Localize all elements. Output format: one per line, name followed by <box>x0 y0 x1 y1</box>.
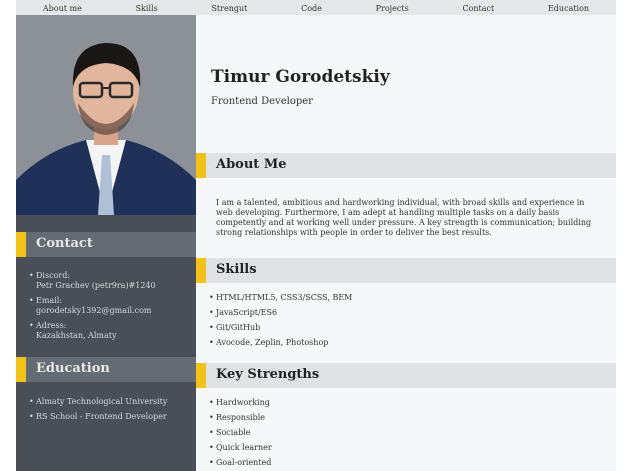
contact-value[interactable]: gorodetsky1392@gmail.com <box>36 306 156 316</box>
education-list: Almaty Technological University RS Schoo… <box>29 397 167 427</box>
education-item: RS School - Frontend Developer <box>29 412 167 422</box>
strength-item: Sociable <box>209 428 272 438</box>
nav-link-code[interactable]: Code <box>301 5 322 13</box>
nav-link-strengths[interactable]: Strengut <box>211 5 247 13</box>
strength-item: Responsible <box>209 413 272 423</box>
education-item: Almaty Technological University <box>29 397 167 407</box>
contact-item-discord: Discord: Petr Grachev (petr9ra)#1240 <box>29 271 156 291</box>
contact-label: Adress: <box>36 321 67 330</box>
nav-link-projects[interactable]: Projects <box>376 5 409 13</box>
nav-link-contact[interactable]: Contact <box>462 5 494 13</box>
skills-title: Skills <box>216 262 257 277</box>
nav-link-education[interactable]: Education <box>548 5 589 13</box>
strengths-list: Hardworking Responsible Sociable Quick l… <box>209 398 272 471</box>
contact-header: Contact <box>16 232 196 257</box>
main-content: Timur Gorodetskiy Frontend Developer Abo… <box>196 15 616 471</box>
profile-photo-illustration <box>16 15 196 215</box>
contact-label: Email: <box>36 296 63 305</box>
accent-bar <box>16 232 26 257</box>
top-nav: About me Skills Strengut Code Projects C… <box>16 0 616 15</box>
strength-item: Quick learner <box>209 443 272 453</box>
strength-item: Hardworking <box>209 398 272 408</box>
skills-header: Skills <box>196 258 616 283</box>
contact-item-email: Email: gorodetsky1392@gmail.com <box>29 296 156 316</box>
skill-item: HTML/HTML5, CSS3/SCSS, BEM <box>209 293 352 303</box>
skill-item: Avocode, Zeplin, Photoshop <box>209 338 352 348</box>
profile-photo <box>16 15 196 215</box>
skill-item: Git/GitHub <box>209 323 352 333</box>
strength-item: Goal-oriented <box>209 458 272 468</box>
contact-list: Discord: Petr Grachev (petr9ra)#1240 Ema… <box>29 271 156 346</box>
contact-value: Kazakhstan, Almaty <box>36 331 117 340</box>
accent-bar <box>196 153 206 178</box>
contact-item-address: Adress: Kazakhstan, Almaty <box>29 321 156 341</box>
contact-label: Discord: <box>36 271 71 280</box>
strengths-header: Key Strengths <box>196 363 616 388</box>
skills-list: HTML/HTML5, CSS3/SCSS, BEM JavaScript/ES… <box>209 293 352 353</box>
contact-title: Contact <box>36 236 93 251</box>
education-header: Education <box>16 357 196 382</box>
profile-name: Timur Gorodetskiy <box>211 67 390 87</box>
nav-link-skills[interactable]: Skills <box>136 5 158 13</box>
education-title: Education <box>36 361 110 376</box>
accent-bar <box>196 258 206 283</box>
skill-item: JavaScript/ES6 <box>209 308 352 318</box>
strengths-title: Key Strengths <box>216 367 320 382</box>
sidebar: Contact Discord: Petr Grachev (petr9ra)#… <box>16 15 196 471</box>
accent-bar <box>16 357 26 382</box>
accent-bar <box>196 363 206 388</box>
nav-link-about-me[interactable]: About me <box>43 5 82 13</box>
contact-value[interactable]: Petr Grachev (petr9ra)#1240 <box>36 281 156 291</box>
about-text: I am a talented, ambitious and hardworki… <box>216 198 592 237</box>
profile-role: Frontend Developer <box>211 96 313 107</box>
about-header: About Me <box>196 153 616 178</box>
about-title: About Me <box>216 157 287 172</box>
